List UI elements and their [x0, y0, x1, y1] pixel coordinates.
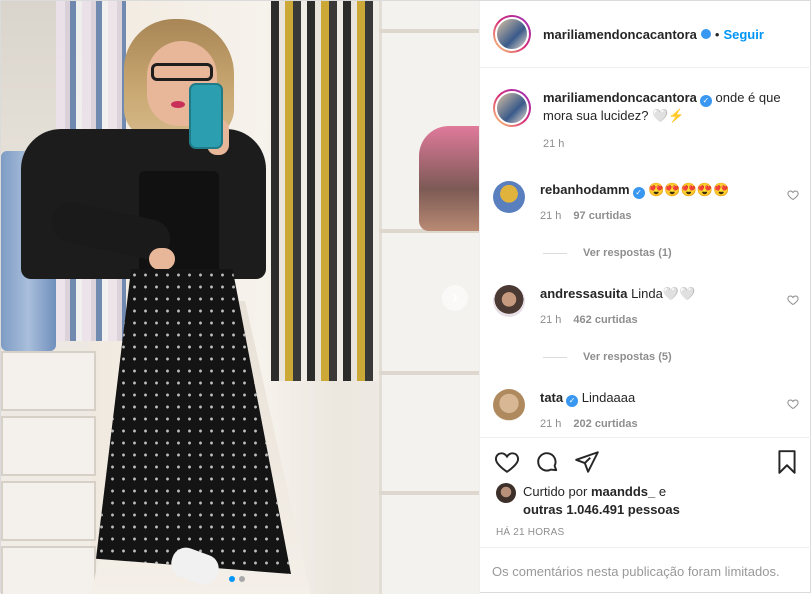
view-replies-button[interactable]: Ver respostas (5)	[543, 351, 672, 363]
share-icon[interactable]	[574, 449, 600, 475]
comment-item: andressasuita Linda🤍🤍 21 h 462 curtidas	[493, 285, 770, 329]
comments-limited-notice: Os comentários nesta publicação foram li…	[480, 547, 811, 594]
action-bar	[480, 437, 811, 479]
glasses	[151, 63, 213, 81]
shelf	[379, 29, 479, 33]
post-photo[interactable]: ›	[1, 1, 479, 594]
caption: mariliamendoncacantora ✓ onde é que mora …	[493, 89, 783, 153]
liked-by-prefix: Curtido por	[523, 484, 588, 499]
shelf	[379, 371, 479, 375]
replies-divider-line	[543, 252, 567, 254]
comments-list[interactable]: mariliamendoncacantora ✓ onde é que mora …	[480, 69, 811, 437]
verified-badge-icon: ✓	[566, 395, 579, 407]
author-avatar[interactable]	[493, 15, 531, 53]
instagram-post: › mariliamendoncacantora • Seguir marili…	[0, 0, 811, 594]
comment-like-heart-icon[interactable]	[787, 398, 799, 410]
comment-username[interactable]: andressasuita	[540, 286, 627, 301]
view-replies-button[interactable]: Ver respostas (1)	[543, 247, 672, 259]
lips	[171, 101, 185, 108]
heart-icon[interactable]	[494, 449, 520, 475]
commenter-avatar[interactable]	[493, 389, 525, 421]
comment-text: Lindaaaa	[581, 390, 636, 405]
handbag	[419, 126, 479, 231]
comment-time: 21 h	[540, 314, 562, 326]
bookmark-icon[interactable]	[774, 449, 800, 475]
comment-likes[interactable]: 462 curtidas	[573, 311, 637, 329]
person	[21, 11, 301, 594]
liked-by-and: e	[658, 484, 667, 499]
post-header: mariliamendoncacantora • Seguir	[480, 1, 811, 68]
comment-likes[interactable]: 202 curtidas	[573, 415, 637, 433]
phone	[189, 83, 223, 149]
carousel-dot	[239, 576, 245, 582]
view-replies-label: Ver respostas (1)	[583, 247, 672, 259]
liker-username[interactable]: maandds_	[591, 484, 655, 499]
verified-badge-icon	[700, 29, 711, 39]
commenter-avatar[interactable]	[493, 285, 525, 317]
comment-username[interactable]: rebanhodamm	[540, 182, 630, 197]
comment-item: rebanhodamm ✓ 😍😍😍😍😍 21 h 97 curtidas	[493, 181, 770, 225]
replies-divider-line	[543, 356, 567, 358]
carousel-indicator	[229, 576, 245, 582]
shelf	[379, 491, 479, 495]
author-avatar[interactable]	[493, 89, 531, 127]
follow-button[interactable]: Seguir	[723, 27, 763, 42]
liked-by: Curtido por maandds_ e outras 1.046.491 …	[496, 483, 796, 519]
commenter-avatar[interactable]	[493, 181, 525, 213]
comment-icon[interactable]	[534, 449, 560, 475]
chevron-right-icon: ›	[452, 289, 458, 306]
comment-time: 21 h	[540, 210, 562, 222]
comment-time: 21 h	[540, 418, 562, 430]
comment-text: 😍😍😍😍😍	[648, 182, 730, 197]
polka-dot-skirt	[96, 269, 291, 574]
liker-avatar[interactable]	[496, 483, 516, 503]
hand	[149, 248, 175, 270]
comment-text: Linda🤍🤍	[631, 286, 696, 301]
comment-like-heart-icon[interactable]	[787, 294, 799, 306]
comment-item: tata ✓ Lindaaaa 21 h 202 curtidas	[493, 389, 770, 433]
post-side-panel: mariliamendoncacantora • Seguir mariliam…	[479, 1, 811, 594]
caption-username[interactable]: mariliamendoncacantora	[543, 90, 697, 105]
carousel-dot-active	[229, 576, 235, 582]
comment-like-heart-icon[interactable]	[787, 189, 799, 201]
post-time[interactable]: HÁ 21 HORAS	[496, 527, 564, 538]
view-replies-label: Ver respostas (5)	[583, 351, 672, 363]
other-likes-link[interactable]: outras 1.046.491 pessoas	[523, 502, 680, 517]
carousel-next-button[interactable]: ›	[442, 285, 468, 311]
caption-time: 21 h	[543, 138, 565, 150]
header-separator: •	[714, 26, 720, 42]
comment-likes[interactable]: 97 curtidas	[573, 207, 631, 225]
verified-badge-icon: ✓	[632, 187, 645, 199]
comment-username[interactable]: tata	[540, 390, 563, 405]
author-username[interactable]: mariliamendoncacantora	[543, 27, 697, 42]
verified-badge-icon: ✓	[699, 95, 712, 107]
